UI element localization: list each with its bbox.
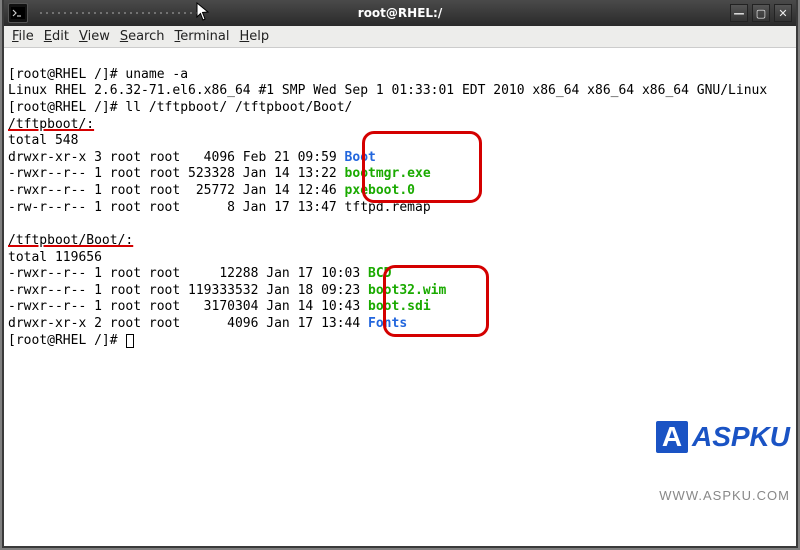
filename-boot32: boot32.wim — [368, 283, 446, 298]
menu-help[interactable]: Help — [239, 29, 269, 44]
menu-search[interactable]: Search — [120, 29, 165, 44]
ls-row: -rwxr--r-- 1 root root 12288 Jan 17 10:0… — [8, 266, 392, 281]
filename-boot: Boot — [345, 150, 376, 165]
prompt: [root@RHEL /]# — [8, 100, 125, 115]
uname-output: Linux RHEL 2.6.32-71.el6.x86_64 #1 SMP W… — [8, 83, 767, 98]
cmd-uname: uname -a — [125, 67, 188, 82]
maximize-button[interactable]: ▢ — [752, 4, 770, 22]
filename-bootmgr: bootmgr.exe — [345, 166, 431, 181]
filename-fonts: Fonts — [368, 316, 407, 331]
menu-file[interactable]: File — [12, 29, 34, 44]
minimize-button[interactable]: — — [730, 4, 748, 22]
filename-pxeboot: pxeboot.0 — [345, 183, 415, 198]
watermark-url: WWW.ASPKU.COM — [656, 488, 790, 505]
titlebar[interactable]: root@RHEL:/ — ▢ ✕ — [4, 0, 796, 26]
mouse-pointer-icon — [196, 2, 210, 22]
dir-header-1: /tftpboot/: — [8, 117, 94, 132]
ls-row: drwxr-xr-x 3 root root 4096 Feb 21 09:59… — [8, 150, 376, 165]
menu-edit[interactable]: Edit — [44, 29, 69, 44]
window-title: root@RHEL:/ — [358, 6, 442, 20]
ls-row: -rwxr--r-- 1 root root 25772 Jan 14 12:4… — [8, 183, 415, 198]
menu-view[interactable]: View — [79, 29, 110, 44]
filename-bootsdi: boot.sdi — [368, 299, 431, 314]
ls-row: -rw-r--r-- 1 root root 8 Jan 17 13:47 tf… — [8, 200, 431, 215]
cmd-ll: ll /tftpboot/ /tftpboot/Boot/ — [125, 100, 352, 115]
prompt: [root@RHEL /]# — [8, 333, 125, 348]
total-2: total 119656 — [8, 250, 102, 265]
dir-header-2: /tftpboot/Boot/: — [8, 233, 133, 248]
total-1: total 548 — [8, 133, 78, 148]
prompt: [root@RHEL /]# — [8, 67, 125, 82]
watermark: A ASPKU WWW.ASPKU.COM — [656, 386, 790, 538]
menu-terminal[interactable]: Terminal — [175, 29, 230, 44]
titlebar-grip — [38, 10, 198, 16]
app-icon — [8, 3, 28, 23]
filename-bcd: BCD — [368, 266, 391, 281]
ls-row: -rwxr--r-- 1 root root 119333532 Jan 18 … — [8, 283, 446, 298]
filename-tftpd: tftpd.remap — [345, 200, 431, 215]
watermark-logo-icon: A — [656, 421, 688, 453]
ls-row: drwxr-xr-x 2 root root 4096 Jan 17 13:44… — [8, 316, 407, 331]
close-button[interactable]: ✕ — [774, 4, 792, 22]
menubar: File Edit View Search Terminal Help — [4, 26, 796, 48]
watermark-brand: ASPKU — [692, 419, 790, 455]
text-cursor — [126, 334, 134, 348]
ls-row: -rwxr--r-- 1 root root 3170304 Jan 14 10… — [8, 299, 431, 314]
terminal-output[interactable]: [root@RHEL /]# uname -a Linux RHEL 2.6.3… — [4, 48, 796, 546]
ls-row: -rwxr--r-- 1 root root 523328 Jan 14 13:… — [8, 166, 431, 181]
terminal-window: root@RHEL:/ — ▢ ✕ File Edit View Search … — [2, 0, 798, 548]
